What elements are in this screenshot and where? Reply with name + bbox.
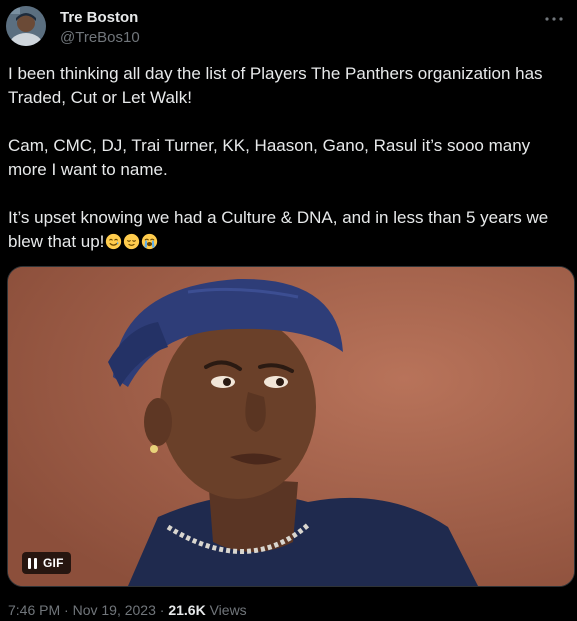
tweet-paragraph: It’s upset knowing we had a Culture & DN… bbox=[8, 206, 572, 254]
gif-label: GIF bbox=[43, 556, 64, 570]
tweet-text: I been thinking all day the list of Play… bbox=[8, 62, 572, 254]
tweet: Tre Boston @TreBos10 I been thinking all… bbox=[0, 0, 577, 621]
loudly-crying-face-icon bbox=[142, 233, 158, 250]
tweet-paragraph-text: It’s upset knowing we had a Culture & DN… bbox=[8, 208, 549, 251]
gif-frame bbox=[8, 267, 574, 586]
tweet-date[interactable]: Nov 19, 2023 bbox=[73, 602, 156, 618]
meta-separator: · bbox=[64, 602, 69, 618]
pause-icon[interactable] bbox=[28, 557, 37, 569]
tweet-time[interactable]: 7:46 PM bbox=[8, 602, 60, 618]
tweet-paragraph: I been thinking all day the list of Play… bbox=[8, 64, 543, 107]
tweet-paragraph: Cam, CMC, DJ, Trai Turner, KK, Haason, G… bbox=[8, 136, 531, 179]
gif-badge[interactable]: GIF bbox=[22, 552, 71, 574]
meta-separator: · bbox=[159, 602, 165, 618]
views-label: Views bbox=[209, 602, 247, 618]
smiling-face-with-tear-icon bbox=[106, 233, 122, 250]
author-name[interactable]: Tre Boston bbox=[60, 9, 138, 27]
tweet-gif[interactable]: GIF bbox=[7, 266, 575, 587]
author-avatar[interactable] bbox=[6, 6, 46, 46]
views-count: 21.6K bbox=[168, 602, 206, 618]
relieved-face-icon bbox=[124, 233, 140, 250]
more-button[interactable] bbox=[541, 10, 567, 28]
author-handle[interactable]: @TreBos10 bbox=[60, 29, 140, 47]
more-horizontal-icon bbox=[545, 17, 563, 21]
tweet-meta: 7:46 PM · Nov 19, 2023 · 21.6K Views bbox=[8, 601, 247, 619]
